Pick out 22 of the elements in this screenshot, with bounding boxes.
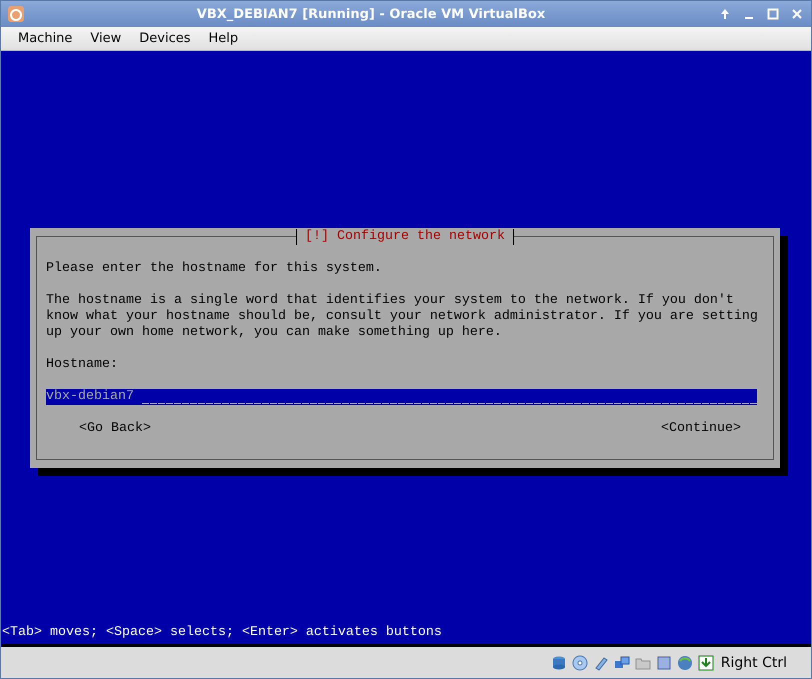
dialog-button[interactable]: <Continue> xyxy=(661,421,741,437)
host-key-label: Right Ctrl xyxy=(720,654,787,670)
hard-disk-icon[interactable] xyxy=(550,654,567,670)
paragraph: The hostname is a single word that identifies your system to the network. If you don't know what your hostname should be, consult your network administrator. If you are setting up your own home network, you can make something up here. xyxy=(46,293,758,341)
field-label: Hostname: xyxy=(46,357,119,373)
globe-icon[interactable] xyxy=(676,654,693,670)
chip-icon[interactable] xyxy=(656,654,672,670)
hostname-field[interactable]: vbx-debian7 xyxy=(46,389,757,405)
menu-item[interactable]: Machine xyxy=(9,31,82,46)
app-icon xyxy=(7,5,25,23)
network-icon[interactable] xyxy=(614,654,630,670)
window-title: VBX_DEBIAN7 [Running] - Oracle VM VirtualBox xyxy=(196,6,546,22)
menu-item[interactable]: Help xyxy=(200,31,248,46)
maximize-icon[interactable] xyxy=(765,6,781,22)
dialog-button[interactable]: <Go Back> xyxy=(79,421,151,437)
disc-icon[interactable] xyxy=(572,654,588,670)
paragraph: Please enter the hostname for this system. xyxy=(46,261,383,277)
dialog-title: [!] Configure the network xyxy=(296,229,514,245)
pen-icon[interactable] xyxy=(592,654,609,670)
download-icon[interactable] xyxy=(698,654,714,670)
menu-item[interactable]: Devices xyxy=(130,31,200,46)
menu-item[interactable]: View xyxy=(81,31,130,46)
